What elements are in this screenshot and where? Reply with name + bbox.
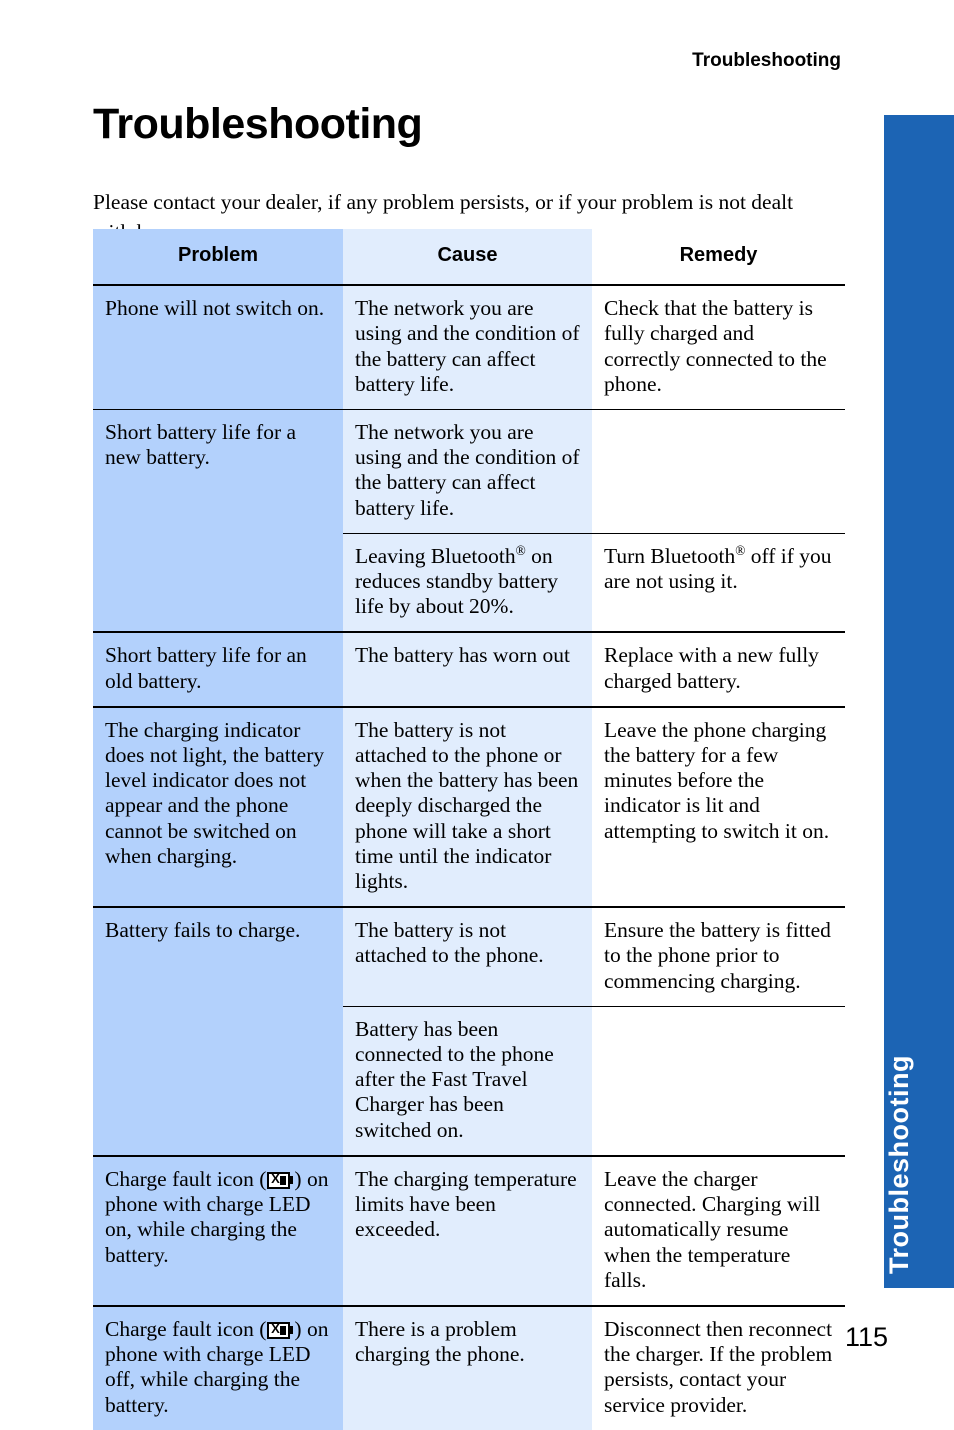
cell-remedy: Turn Bluetooth® off if you are not using… (592, 532, 845, 633)
chapter-thumb-tab-label: Troubleshooting (884, 1055, 914, 1274)
table-row: Battery fails to charge. The battery is … (93, 906, 845, 1007)
table-row: The charging indicator does not light, t… (93, 705, 845, 908)
charge-fault-battery-icon: X (267, 1170, 294, 1189)
cell-remedy: Leave the charger connected. Charging wi… (592, 1154, 845, 1306)
table-row: Short battery life for an old battery. T… (93, 631, 845, 707)
table-row: Short battery life for a new battery. Th… (93, 409, 845, 534)
cell-remedy: Replace with a new fully charged battery… (592, 631, 845, 707)
cell-remedy: Check that the battery is fully charged … (592, 284, 845, 410)
cell-cause: The charging temperature limits have bee… (343, 1154, 592, 1306)
battery-fill-block (280, 1325, 287, 1335)
registered-trademark-symbol: ® (735, 542, 746, 558)
cell-remedy (592, 1005, 845, 1156)
table-row: Battery has been connected to the phone … (93, 1005, 845, 1156)
battery-x-mark: X (271, 1170, 280, 1186)
column-header-remedy: Remedy (592, 229, 845, 286)
chapter-thumb-tab: Troubleshooting (884, 115, 954, 1288)
cell-cause: The battery is not attached to the phone… (343, 906, 592, 1007)
cell-problem-text-prefix: Charge fault icon ( (105, 1316, 267, 1341)
cell-problem: The charging indicator does not light, t… (93, 705, 343, 908)
table-row: Charge fault icon (X) on phone with char… (93, 1154, 845, 1306)
running-head: Troubleshooting (692, 50, 841, 71)
cell-problem: Charge fault icon (X) on phone with char… (93, 1304, 343, 1430)
table-row: Phone will not switch on. The network yo… (93, 284, 845, 410)
table-row: Leaving Bluetooth® on reduces standby ba… (93, 532, 845, 633)
cell-cause: Battery has been connected to the phone … (343, 1005, 592, 1156)
cell-remedy-text-prefix: Turn Bluetooth (604, 543, 736, 568)
table-header-row: Problem Cause Remedy (93, 229, 845, 286)
table-row: Charge fault icon (X) on phone with char… (93, 1304, 845, 1430)
column-header-problem: Problem (93, 229, 343, 286)
troubleshooting-table: Problem Cause Remedy Phone will not swit… (93, 229, 845, 1430)
cell-problem-continued (93, 533, 343, 633)
battery-terminal-cap (290, 1326, 294, 1335)
cell-problem: Battery fails to charge. (93, 906, 343, 1007)
cell-remedy: Ensure the battery is fitted to the phon… (592, 906, 845, 1007)
cell-cause: Leaving Bluetooth® on reduces standby ba… (343, 532, 592, 633)
cell-cause-text-prefix: Leaving Bluetooth (355, 543, 516, 568)
cell-problem: Phone will not switch on. (93, 284, 343, 410)
cell-problem: Short battery life for a new battery. (93, 409, 343, 534)
page-number: 115 (845, 1322, 889, 1352)
cell-problem: Charge fault icon (X) on phone with char… (93, 1154, 343, 1306)
page-title: Troubleshooting (93, 100, 423, 148)
cell-cause: The battery has worn out (343, 631, 592, 707)
cell-problem: Short battery life for an old battery. (93, 631, 343, 707)
cell-cause: The battery is not attached to the phone… (343, 705, 592, 908)
cell-cause: The network you are using and the condit… (343, 409, 592, 534)
cell-cause: The network you are using and the condit… (343, 284, 592, 410)
battery-terminal-cap (290, 1176, 294, 1185)
cell-cause: There is a problem charging the phone. (343, 1304, 592, 1430)
cell-problem-text-prefix: Charge fault icon ( (105, 1166, 267, 1191)
battery-fill-block (280, 1175, 287, 1185)
battery-x-mark: X (271, 1320, 280, 1336)
cell-remedy: Disconnect then reconnect the charger. I… (592, 1304, 845, 1430)
registered-trademark-symbol: ® (515, 542, 526, 558)
cell-problem-continued (93, 1006, 343, 1156)
column-header-cause: Cause (343, 229, 592, 286)
cell-remedy: Leave the phone charging the battery for… (592, 705, 845, 908)
cell-remedy (592, 409, 845, 534)
charge-fault-battery-icon: X (267, 1320, 294, 1339)
